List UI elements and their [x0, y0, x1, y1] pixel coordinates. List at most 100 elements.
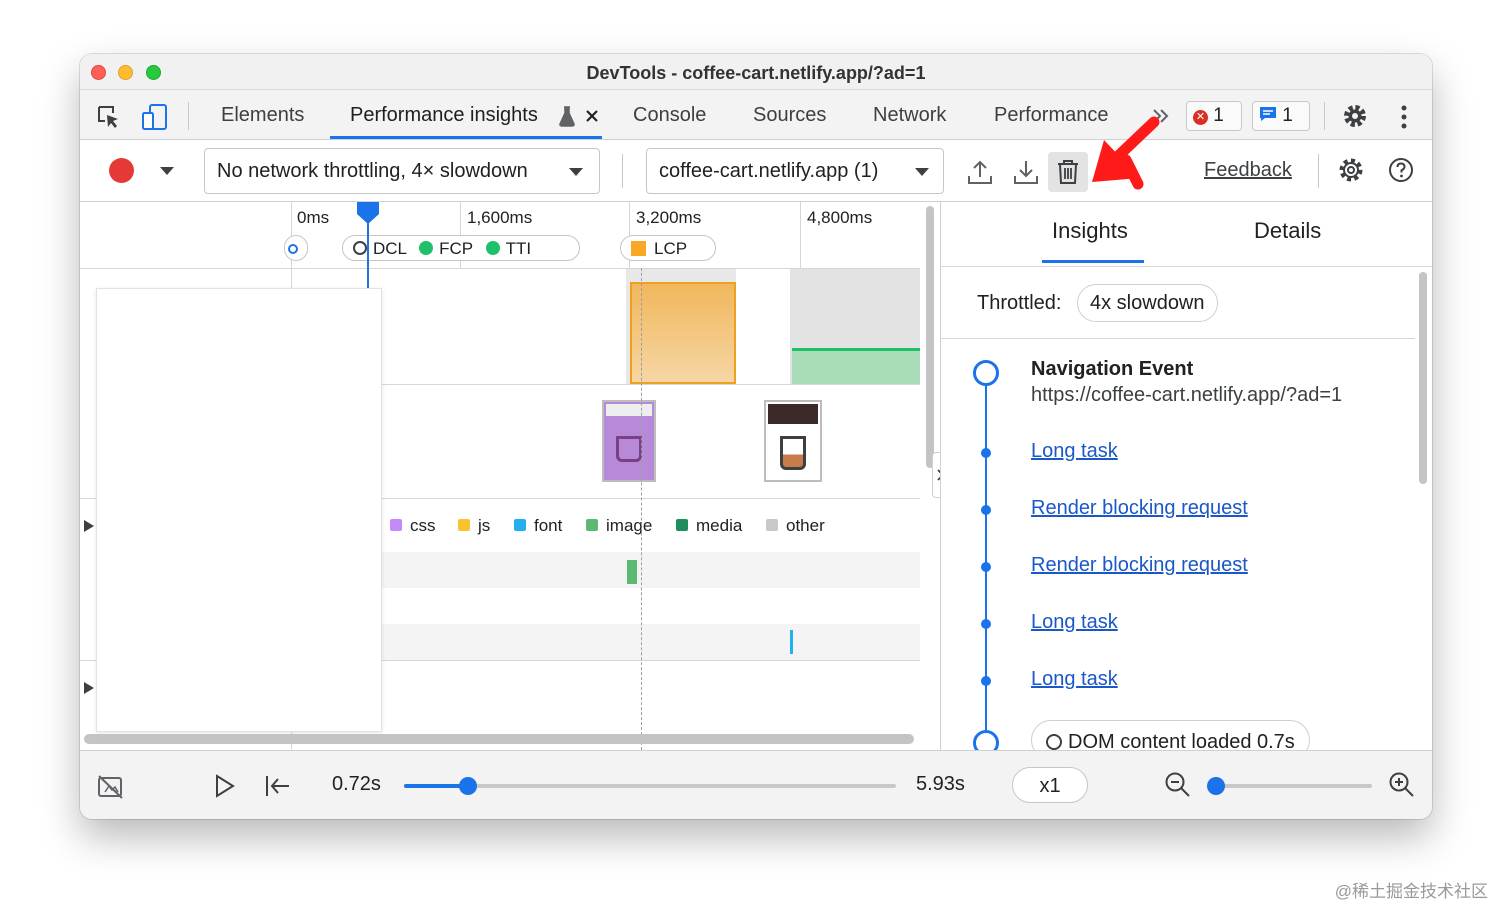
timeline-slider[interactable] [404, 777, 896, 795]
close-tab-icon[interactable] [585, 109, 599, 123]
legend-media-label: media [696, 516, 743, 535]
insight-dot-icon [981, 562, 991, 572]
experiment-flask-icon [559, 106, 575, 127]
messages-count: 1 [1282, 105, 1293, 126]
play-icon[interactable] [214, 774, 236, 798]
lcp-marker-icon [631, 241, 646, 256]
timeline-panel[interactable]: 0ms 1,600ms 3,200ms 4,800ms DCL FCP TTI … [80, 202, 940, 750]
titlebar: DevTools - coffee-cart.netlify.app/?ad=1 [80, 54, 1432, 90]
frame-screenshot-1[interactable] [602, 400, 656, 482]
timeline-horizontal-scrollbar[interactable] [84, 734, 914, 744]
expand-main-arrow-icon[interactable] [84, 682, 94, 694]
errors-count: 1 [1213, 105, 1224, 126]
legend-image-label: image [606, 516, 653, 535]
settings-gear-icon[interactable] [1342, 103, 1368, 129]
download-icon[interactable] [1012, 158, 1040, 186]
throttling-value: No network throttling, 4× slowdown [217, 160, 528, 182]
error-icon: ✕ [1193, 110, 1208, 125]
help-icon[interactable] [1388, 157, 1414, 183]
throttling-select[interactable]: No network throttling, 4× slowdown [204, 148, 600, 194]
delete-recording-button[interactable] [1048, 152, 1088, 192]
legend-other-label: other [786, 516, 825, 535]
ruler-label-3200: 3,200ms [636, 208, 702, 227]
insight-link-render-blocking-2[interactable]: Render blocking request [1031, 554, 1248, 577]
playback-speed-button[interactable]: x1 [1012, 767, 1088, 803]
chevron-down-icon [915, 168, 929, 176]
window-title: DevTools - coffee-cart.netlify.app/?ad=1 [586, 63, 926, 83]
errors-badge[interactable]: ✕ 1 [1186, 101, 1242, 131]
navigation-marker[interactable] [284, 235, 308, 261]
message-icon [1260, 107, 1276, 121]
coffee-cup-icon [616, 436, 642, 462]
timeline-vertical-scrollbar[interactable] [926, 206, 934, 468]
legend-media: media [676, 516, 742, 536]
tab-network[interactable]: Network [873, 104, 946, 127]
lcp-shift-block[interactable] [630, 282, 736, 384]
performance-toolbar: No network throttling, 4× slowdown coffe… [80, 116, 1432, 202]
current-time: 0.72s [332, 773, 381, 795]
legend-js: js [458, 516, 490, 536]
throttled-label: Throttled: [977, 292, 1062, 314]
playhead-handle-icon[interactable] [355, 202, 381, 226]
screenshots-off-icon[interactable] [96, 772, 126, 800]
jump-to-start-icon[interactable] [264, 774, 292, 798]
expand-network-arrow-icon[interactable] [84, 520, 94, 532]
recording-select[interactable]: coffee-cart.netlify.app (1) [646, 148, 944, 194]
more-options-icon[interactable] [1399, 104, 1409, 130]
milestone-markers[interactable]: DCL FCP TTI [342, 235, 580, 261]
hover-time-line [641, 268, 642, 750]
upload-icon[interactable] [966, 158, 994, 186]
watermark: @稀土掘金技术社区 [1334, 882, 1488, 901]
fcp-label: FCP [439, 239, 473, 258]
messages-badge[interactable]: 1 [1252, 101, 1310, 131]
insight-dot-icon [981, 676, 991, 686]
legend-other: other [766, 516, 825, 536]
tab-insights[interactable]: Insights [1052, 218, 1128, 244]
playback-bar: 0.72s 5.93s x1 [80, 750, 1432, 819]
insight-link-long-task-2[interactable]: Long task [1031, 611, 1118, 634]
navigation-start-icon [973, 360, 999, 386]
record-button[interactable] [109, 158, 134, 183]
zoom-in-icon[interactable] [1388, 771, 1416, 799]
late-shift-block[interactable] [792, 348, 920, 384]
chevron-down-icon [569, 168, 583, 176]
total-time: 5.93s [916, 773, 965, 795]
timeline-slider-thumb[interactable] [458, 777, 477, 795]
record-menu-chevron-icon[interactable] [160, 167, 174, 175]
tab-performance-insights[interactable]: Performance insights [350, 104, 538, 127]
zoom-slider-thumb[interactable] [1207, 777, 1226, 795]
device-toolbar-icon[interactable] [140, 102, 170, 132]
feedback-link[interactable]: Feedback [1204, 159, 1292, 182]
insights-vertical-scrollbar[interactable] [1419, 272, 1427, 484]
toggle-sidebar-button[interactable] [932, 452, 940, 498]
insight-link-long-task-3[interactable]: Long task [1031, 668, 1118, 691]
tti-marker-icon [485, 241, 500, 255]
insight-link-render-blocking-1[interactable]: Render blocking request [1031, 497, 1248, 520]
network-request-font[interactable] [790, 630, 793, 654]
active-tab-indicator [330, 136, 602, 139]
zoom-out-icon[interactable] [1164, 771, 1192, 799]
tab-console[interactable]: Console [633, 104, 706, 127]
tab-elements[interactable]: Elements [221, 104, 304, 127]
inspect-element-icon[interactable] [96, 104, 122, 130]
insight-dot-icon [981, 505, 991, 515]
insight-link-long-task-1[interactable]: Long task [1031, 440, 1118, 463]
capture-settings-gear-icon[interactable] [1337, 156, 1365, 184]
tab-sources[interactable]: Sources [753, 104, 826, 127]
insights-sidebar: Insights Details Throttled: 4x slowdown … [940, 202, 1432, 760]
tab-details[interactable]: Details [1254, 218, 1321, 244]
other-swatch [766, 519, 778, 531]
trash-icon [1058, 160, 1078, 184]
recording-value: coffee-cart.netlify.app (1) [659, 160, 879, 182]
nav-event-url: https://coffee-cart.netlify.app/?ad=1 [1031, 384, 1343, 406]
legend-font: font [514, 516, 562, 536]
ruler-label-4800: 4,800ms [807, 208, 873, 227]
font-swatch [514, 519, 526, 531]
lcp-label: LCP [654, 239, 688, 258]
zoom-slider[interactable] [1207, 777, 1372, 795]
frame-screenshot-2[interactable] [764, 400, 822, 482]
legend-font-label: font [534, 516, 563, 535]
network-request-image[interactable] [627, 560, 637, 584]
dcl-marker-icon [353, 241, 367, 255]
lcp-marker[interactable]: LCP [620, 235, 716, 261]
